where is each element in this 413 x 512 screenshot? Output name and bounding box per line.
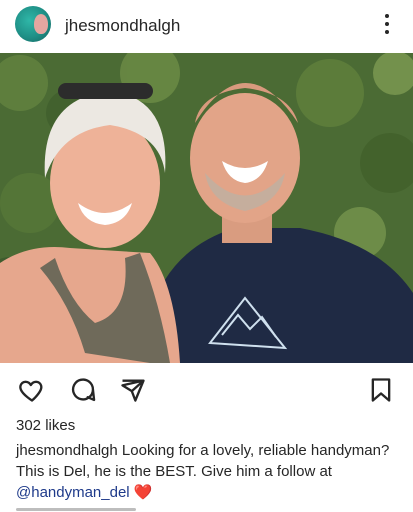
post-photo[interactable] — [0, 53, 413, 363]
post-caption: jhesmondhalgh Looking for a lovely, reli… — [16, 440, 401, 503]
post-actions — [0, 363, 413, 413]
caption-mention-link[interactable]: @handyman_del — [16, 484, 130, 501]
next-line-partial — [16, 506, 166, 512]
paper-plane-icon[interactable] — [119, 376, 147, 404]
post-username[interactable]: jhesmondhalgh — [65, 16, 180, 36]
heart-outline-icon[interactable] — [18, 376, 46, 404]
more-options-icon[interactable] — [378, 12, 396, 36]
profile-avatar[interactable] — [15, 6, 51, 42]
heart-emoji: ❤️ — [133, 484, 153, 501]
caption-username[interactable]: jhesmondhalgh — [16, 442, 118, 459]
post-header: jhesmondhalgh — [0, 0, 413, 52]
bookmark-icon[interactable] — [367, 376, 395, 404]
comment-bubble-icon[interactable] — [69, 376, 97, 404]
avatar-face — [34, 14, 48, 34]
likes-count[interactable]: 302 likes — [16, 417, 75, 434]
